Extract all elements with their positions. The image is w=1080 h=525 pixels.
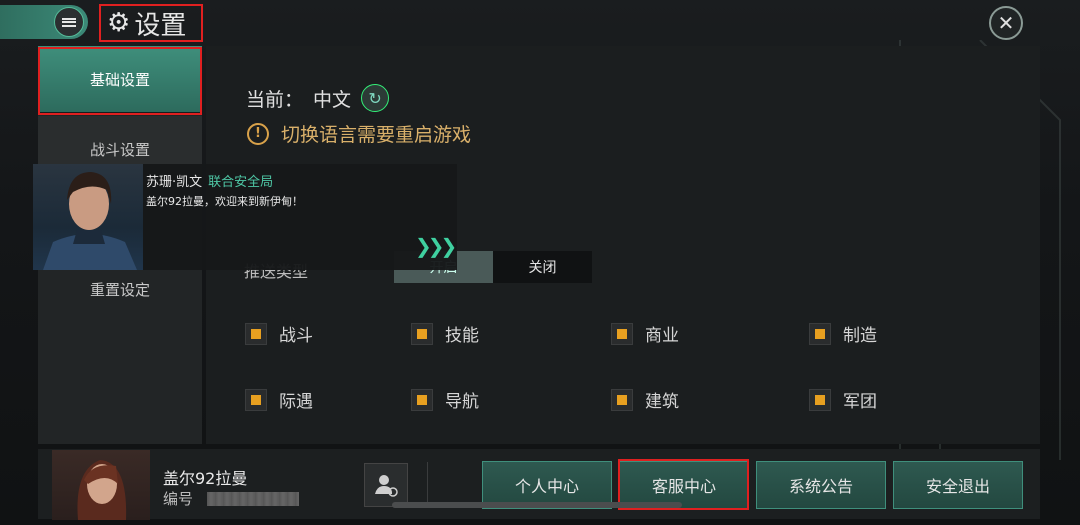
checkbox-icon [611, 388, 633, 411]
checkbox-label: 技能 [445, 326, 479, 346]
checkbox-icon [611, 322, 633, 345]
checkbox-icon [411, 388, 433, 411]
language-current-label: 当前： [246, 88, 304, 111]
checkbox-skill[interactable]: 技能 [411, 321, 479, 346]
page-title: ⚙ 设置 [99, 4, 203, 42]
checkbox-icon [809, 322, 831, 345]
checkbox-label: 制造 [843, 326, 877, 346]
player-id: 编号 [163, 488, 300, 509]
language-row: 当前： 中文 ↻ [246, 84, 390, 112]
checkbox-manufacture[interactable]: 制造 [809, 321, 877, 346]
checkbox-building[interactable]: 建筑 [611, 387, 679, 412]
language-warning-text: 切换语言需要重启游戏 [281, 124, 472, 146]
close-button[interactable]: ✕ [989, 6, 1023, 40]
speaker-name: 苏珊·凯文 [146, 175, 203, 190]
checkbox-label: 建筑 [645, 392, 679, 412]
top-bar: ⚙ 设置 ✕ [0, 0, 1080, 44]
player-id-label: 编号 [163, 490, 194, 508]
checkbox-label: 导航 [445, 392, 479, 412]
close-icon: ✕ [997, 11, 1015, 35]
safe-exit-button[interactable]: 安全退出 [893, 461, 1023, 509]
notification-speaker: 苏珊·凯文 联合安全局 [146, 171, 273, 190]
speaker-org: 联合安全局 [208, 175, 274, 190]
checkbox-encounter[interactable]: 际遇 [245, 387, 313, 412]
notification-popup[interactable]: 苏珊·凯文 联合安全局 盖尔92拉曼，欢迎来到新伊甸！ ❯❯❯ [33, 164, 457, 270]
language-warning: ! 切换语言需要重启游戏 [247, 120, 471, 147]
checkbox-business[interactable]: 商业 [611, 321, 679, 346]
scrollbar[interactable] [392, 502, 682, 508]
checkbox-legion[interactable]: 军团 [809, 387, 877, 412]
player-name: 盖尔92拉曼 [163, 469, 248, 488]
player-id-masked [207, 491, 300, 506]
checkbox-combat[interactable]: 战斗 [245, 321, 313, 346]
gear-icon: ⚙ [107, 8, 131, 38]
system-notice-button[interactable]: 系统公告 [756, 461, 886, 509]
player-avatar [52, 450, 150, 520]
checkbox-navigation[interactable]: 导航 [411, 387, 479, 412]
user-switch-icon [375, 475, 398, 497]
checkbox-label: 军团 [843, 392, 877, 412]
checkbox-icon [809, 388, 831, 411]
checkbox-label: 战斗 [279, 326, 313, 346]
highlight-box [38, 47, 202, 115]
page-title-text: 设置 [134, 10, 187, 41]
switch-language-icon[interactable]: ↻ [361, 84, 390, 112]
checkbox-icon [245, 322, 267, 345]
language-current-value: 中文 [313, 88, 352, 111]
checkbox-icon [411, 322, 433, 345]
checkbox-label: 商业 [645, 326, 679, 346]
notification-message: 盖尔92拉曼，欢迎来到新伊甸！ [146, 195, 303, 208]
warning-icon: ! [247, 122, 269, 145]
chevron-right-icon[interactable]: ❯❯❯ [415, 234, 457, 258]
push-off-option[interactable]: 关闭 [493, 251, 592, 283]
switch-account-button[interactable] [364, 463, 408, 507]
menu-icon[interactable] [54, 7, 84, 37]
checkbox-icon [245, 388, 267, 411]
checkbox-label: 际遇 [279, 392, 313, 412]
speaker-portrait [33, 164, 143, 270]
